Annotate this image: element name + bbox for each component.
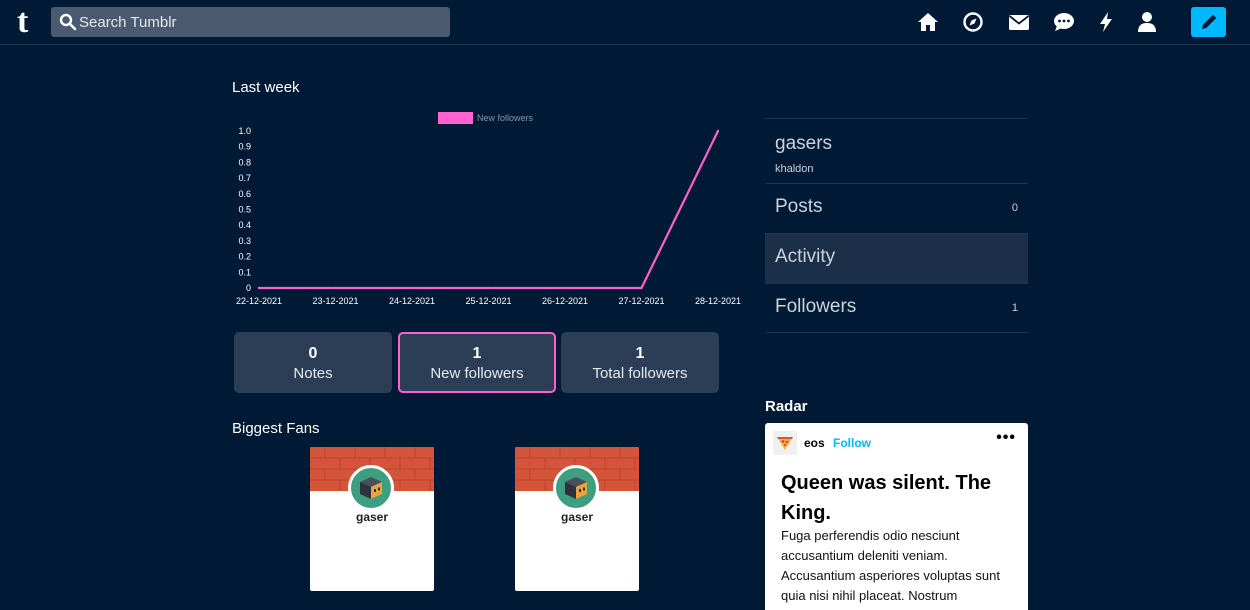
search-box[interactable] xyxy=(51,7,450,37)
x-tick-label: 22-12-2021 xyxy=(236,296,282,306)
fan-name[interactable]: gaser xyxy=(310,510,434,524)
menu-item-label: Posts xyxy=(775,196,823,217)
fan-card[interactable]: gaser xyxy=(515,447,639,591)
x-tick-label: 24-12-2021 xyxy=(389,296,435,306)
stat-total-followers[interactable]: 1 Total followers xyxy=(561,332,719,393)
chart-section-title: Last week xyxy=(232,79,300,96)
radar-post[interactable]: eos Follow ••• Queen was silent. The Kin… xyxy=(765,423,1028,610)
messages-icon[interactable] xyxy=(1052,10,1076,34)
pizza-avatar-icon xyxy=(777,437,793,450)
series-line xyxy=(259,130,719,290)
inbox-icon[interactable] xyxy=(1007,10,1031,34)
x-tick-label: 27-12-2021 xyxy=(618,296,664,306)
fan-name[interactable]: gaser xyxy=(515,510,639,524)
search-input[interactable] xyxy=(79,7,439,37)
data-point xyxy=(563,286,567,290)
x-tick-label: 28-12-2021 xyxy=(695,296,741,306)
fans-section-title: Biggest Fans xyxy=(232,420,320,437)
activity-icon[interactable] xyxy=(1094,10,1118,34)
legend-swatch xyxy=(438,112,473,124)
compose-button[interactable] xyxy=(1191,7,1226,37)
stat-value: 1 xyxy=(635,345,645,362)
y-tick-label: 0.3 xyxy=(238,236,251,246)
cube-avatar-icon xyxy=(565,477,587,499)
avatar[interactable] xyxy=(553,465,599,511)
data-point xyxy=(487,286,490,290)
data-point xyxy=(716,129,720,133)
avatar[interactable] xyxy=(348,465,394,511)
y-tick-label: 0.4 xyxy=(238,220,251,230)
follow-button[interactable]: Follow xyxy=(833,436,871,450)
x-tick-label: 25-12-2021 xyxy=(465,296,511,306)
data-point xyxy=(640,286,643,290)
stat-notes[interactable]: 0 Notes xyxy=(234,332,392,393)
x-tick-label: 23-12-2021 xyxy=(312,296,358,306)
blog-menu: gasers khaldon Posts 0 Activity Follower… xyxy=(765,118,1028,333)
menu-item-label: Followers xyxy=(775,296,857,317)
cube-avatar-icon xyxy=(360,477,382,499)
y-tick-label: 0.2 xyxy=(238,252,251,262)
followers-chart: 0 0.1 0.2 0.3 0.4 0.5 0.6 0.7 0.8 0.9 1.0 22-12-202… xyxy=(225,105,755,320)
blog-name[interactable]: gasers xyxy=(775,133,832,155)
pencil-icon xyxy=(1201,14,1216,29)
stat-label: New followers xyxy=(430,365,524,382)
menu-item-count: 1 xyxy=(1011,302,1018,314)
legend-label: New followers xyxy=(477,113,534,123)
y-tick-label: 0.8 xyxy=(238,157,251,167)
fan-card[interactable]: gaser xyxy=(310,447,434,591)
y-tick-label: 1.0 xyxy=(238,126,251,136)
y-tick-label: 0.1 xyxy=(238,267,251,277)
more-options-icon[interactable]: ••• xyxy=(996,429,1016,447)
x-tick-label: 26-12-2021 xyxy=(542,296,588,306)
stat-label: Notes xyxy=(293,365,333,382)
stat-label: Total followers xyxy=(592,365,688,382)
post-avatar[interactable] xyxy=(773,431,797,455)
data-point xyxy=(334,286,337,290)
stat-value: 1 xyxy=(472,345,482,362)
menu-item-posts[interactable]: Posts 0 xyxy=(765,183,1028,233)
top-bar: t xyxy=(0,0,1250,45)
stat-value: 0 xyxy=(308,345,318,362)
data-point xyxy=(257,286,261,290)
post-body: Fuga perferendis odio nesciunt accusanti… xyxy=(781,528,1000,603)
home-icon[interactable] xyxy=(916,10,940,34)
radar-title: Radar xyxy=(765,398,808,415)
y-tick-label: 0 xyxy=(246,283,251,293)
stat-new-followers[interactable]: 1 New followers xyxy=(398,332,556,393)
y-tick-label: 0.6 xyxy=(238,189,251,199)
menu-item-count: 0 xyxy=(1011,202,1018,214)
tumblr-logo[interactable]: t xyxy=(17,5,28,39)
blog-subtitle: khaldon xyxy=(775,163,814,175)
menu-item-label: Activity xyxy=(775,246,836,267)
menu-item-activity[interactable]: Activity xyxy=(765,233,1028,283)
post-username[interactable]: eos xyxy=(804,436,825,450)
data-point xyxy=(410,286,414,290)
post-title: Queen was silent. The King. xyxy=(781,472,992,524)
blog-header[interactable]: gasers khaldon xyxy=(765,118,1028,183)
y-tick-label: 0.9 xyxy=(238,142,251,152)
account-icon[interactable] xyxy=(1135,10,1159,34)
y-tick-label: 0.5 xyxy=(238,205,251,215)
menu-item-followers[interactable]: Followers 1 xyxy=(765,283,1028,333)
y-tick-label: 0.7 xyxy=(238,173,251,183)
search-icon xyxy=(59,13,77,31)
explore-icon[interactable] xyxy=(961,10,985,34)
